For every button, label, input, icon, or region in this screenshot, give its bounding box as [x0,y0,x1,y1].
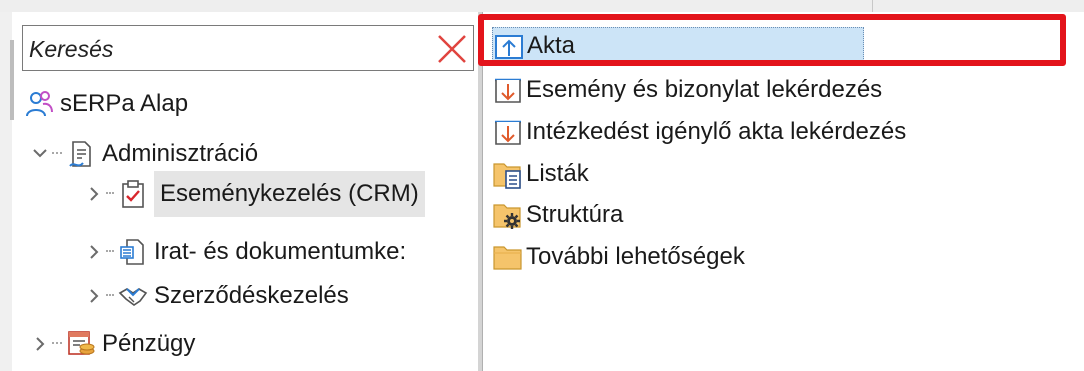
tree-scrollbar[interactable] [10,40,14,120]
tree-node-penzugy[interactable]: Pénzügy [30,324,195,364]
tree-node-label: Eseménykezelés (CRM) [160,180,419,207]
list-item-akta[interactable]: Akta [492,27,864,65]
list-item-label: Esemény és bizonylat lekérdezés [526,76,883,103]
tree-connector [106,250,114,254]
tree-selection-highlight: Eseménykezelés (CRM) [154,171,425,217]
list-item-tovabbi[interactable]: További lehetőségek [492,238,745,276]
record-icon [493,30,525,62]
chevron-right-icon[interactable] [84,182,104,206]
tree-connector [52,152,62,156]
chevron-right-icon[interactable] [84,240,104,264]
panel-splitter-edge [482,12,483,371]
tree-node-label: Adminisztráció [102,140,259,167]
list-item-label: Listák [526,160,589,187]
tree-node-label: Irat- és dokumentumke: [154,238,407,265]
tree-root-label: sERPa Alap [60,90,189,117]
users-icon [24,89,54,119]
handshake-icon [118,281,148,311]
list-item-label: Akta [527,32,576,59]
tree-connector [106,294,114,298]
list-item-esemeny-bizonylat[interactable]: Esemény és bizonylat lekérdezés [492,71,882,109]
list-item-label: További lehetőségek [526,243,745,270]
tree-node-szerzodeskezeles[interactable]: Szerződéskezelés [84,276,349,316]
chevron-right-icon[interactable] [84,284,104,308]
folder-list-icon [492,158,524,190]
list-item-listak[interactable]: Listák [492,155,589,193]
tree-node-adminisztracio[interactable]: Adminisztráció [30,134,258,174]
folder-icon [492,241,524,273]
chevron-right-icon[interactable] [30,332,50,356]
tree-node-label: Pénzügy [102,330,196,357]
top-bar [0,0,1084,12]
document-list-icon [118,237,148,267]
tree-root-serpa-alap[interactable]: sERPa Alap [24,84,188,124]
tree-node-irat-dokumentum[interactable]: Irat- és dokumentumke: [84,232,406,272]
list-item-struktura[interactable]: Struktúra [492,196,623,234]
tree-node-label: Szerződéskezelés [154,282,349,309]
document-edit-icon [66,139,96,169]
query-icon [492,74,524,106]
finance-icon [66,329,96,359]
chevron-down-icon[interactable] [30,142,50,166]
query-icon [492,116,524,148]
search-input[interactable] [27,32,431,66]
tree-connector [52,342,62,346]
search-box [22,25,474,71]
top-bar-divider [872,0,873,12]
list-item-intezkedes[interactable]: Intézkedést igénylő akta lekérdezés [492,113,906,151]
tree-node-esemenykezeles[interactable]: Eseménykezelés (CRM) [84,171,425,217]
tree-connector [106,192,114,196]
list-item-label: Struktúra [526,201,624,228]
folder-gear-icon [492,199,524,231]
clipboard-check-icon [118,179,148,209]
clear-search-icon[interactable] [435,32,469,66]
list-item-label: Intézkedést igénylő akta lekérdezés [526,118,907,145]
